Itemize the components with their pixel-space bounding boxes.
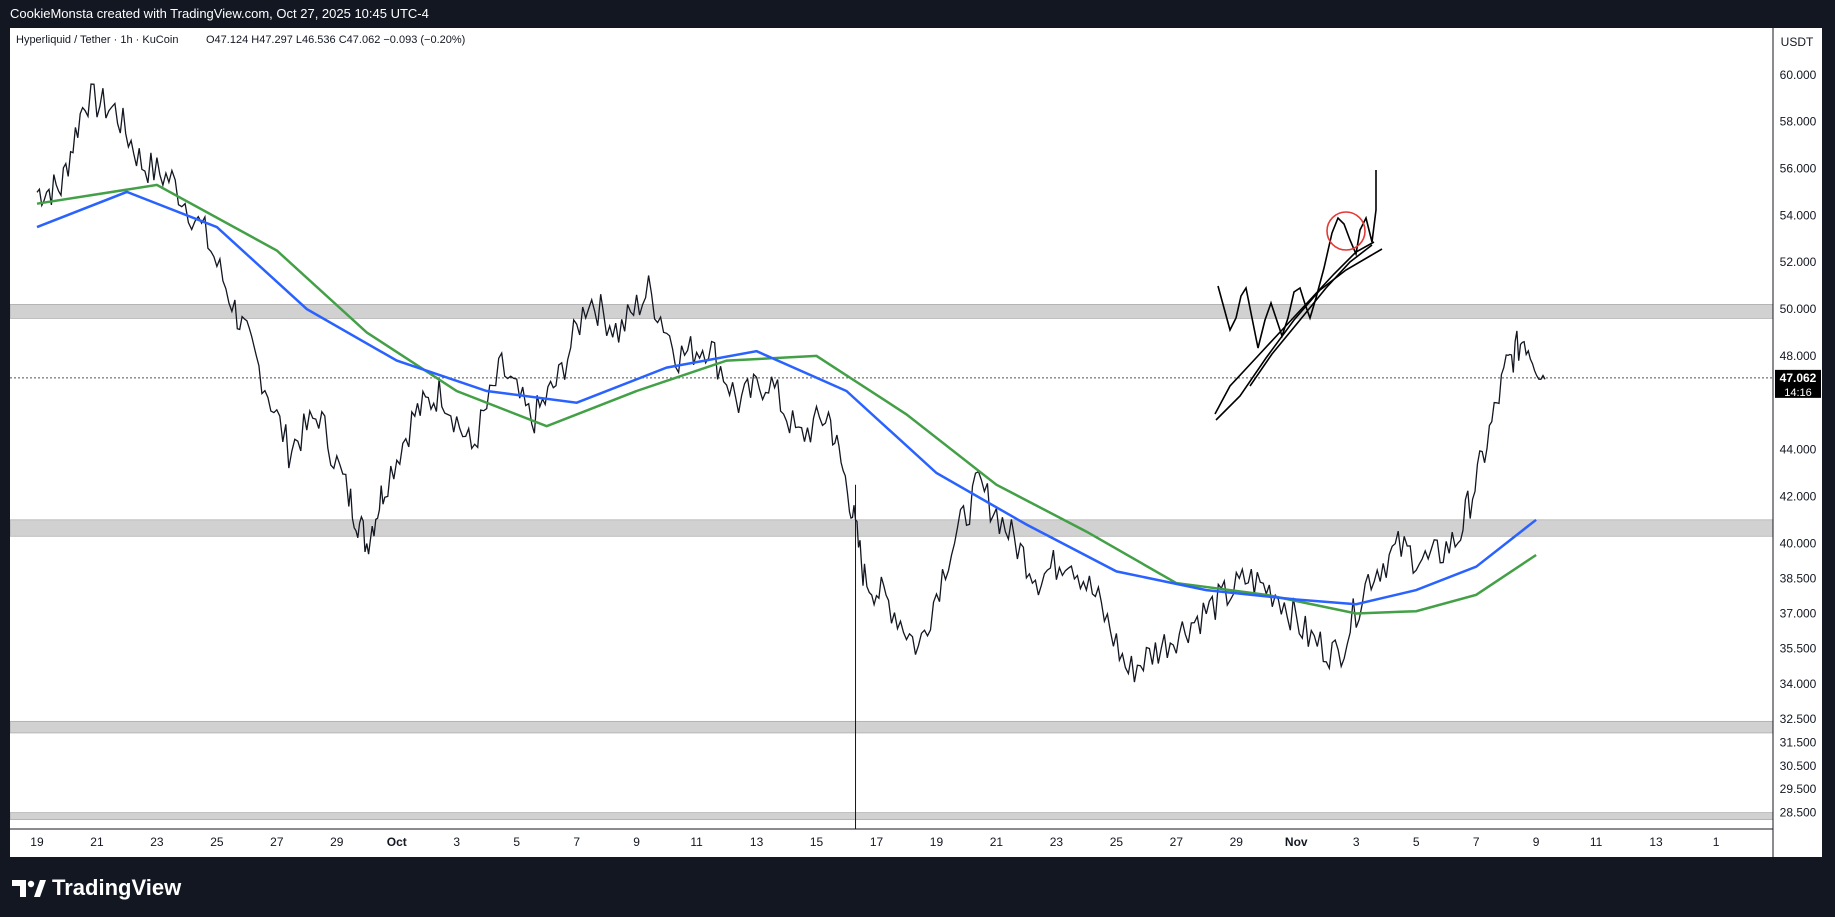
sr-zone-3: [10, 720, 1774, 734]
time-tick: 11: [690, 835, 703, 849]
price-tick: 28.500: [1780, 806, 1817, 820]
time-tick: 7: [573, 835, 580, 849]
sr-zone-1: [10, 304, 1774, 319]
legend-symbol: Hyperliquid / Tether · 1h · KuCoin: [16, 34, 178, 46]
footer-bar: TradingView: [0, 857, 1835, 917]
time-tick: 25: [1110, 835, 1124, 849]
time-tick: 13: [750, 835, 764, 849]
time-tick: 27: [270, 835, 284, 849]
time-tick: 7: [1473, 835, 1480, 849]
chart-panel[interactable]: Hyperliquid / Tether · 1h · KuCoin O47.1…: [10, 28, 1822, 857]
price-tick: 48.000: [1780, 349, 1817, 363]
time-tick: 27: [1170, 835, 1184, 849]
price-tick: 56.000: [1780, 162, 1817, 176]
time-tick: 23: [1050, 835, 1064, 849]
currency-label: USDT: [1781, 35, 1814, 49]
price-tick: 29.500: [1780, 782, 1817, 796]
time-tick: 1: [1713, 835, 1720, 849]
price-tick: 35.500: [1780, 642, 1817, 656]
attribution-bar: CookieMonsta created with TradingView.co…: [0, 0, 1835, 28]
time-tick: 3: [1353, 835, 1360, 849]
time-tick: 19: [30, 835, 44, 849]
price-tick: 37.000: [1780, 607, 1817, 621]
price-tick: 44.000: [1780, 443, 1817, 457]
time-tick: 25: [210, 835, 224, 849]
price-tick: 32.500: [1780, 712, 1817, 726]
time-tick: 9: [633, 835, 640, 849]
price-tick: 58.000: [1780, 115, 1817, 129]
tradingview-logo[interactable]: TradingView: [12, 875, 181, 901]
price-tick: 40.000: [1780, 536, 1817, 550]
time-tick: Oct: [387, 835, 407, 849]
price-tick: 30.500: [1780, 759, 1817, 773]
time-tick: 3: [453, 835, 460, 849]
price-tick: 38.500: [1780, 571, 1817, 585]
time-tick: 13: [1649, 835, 1663, 849]
price-tick: 50.000: [1780, 302, 1817, 316]
time-tick: 11: [1590, 835, 1603, 849]
price-tick: 54.000: [1780, 208, 1817, 222]
sr-zone-2: [10, 519, 1774, 537]
time-tick: 19: [930, 835, 944, 849]
time-tick: 17: [870, 835, 884, 849]
time-tick: Nov: [1285, 835, 1308, 849]
time-tick: 21: [90, 835, 104, 849]
brand-name: TradingView: [52, 875, 182, 900]
time-tick: 21: [990, 835, 1004, 849]
time-tick: 23: [150, 835, 164, 849]
price-tick: 34.000: [1780, 677, 1817, 691]
price-tick: 42.000: [1780, 489, 1817, 503]
sr-zone-4: [10, 812, 1774, 820]
time-tick: 9: [1533, 835, 1540, 849]
price-tick: 31.500: [1780, 735, 1817, 749]
time-tick: 15: [810, 835, 824, 849]
time-tick: 29: [330, 835, 344, 849]
price-chart[interactable]: Hyperliquid / Tether · 1h · KuCoin O47.1…: [10, 28, 1822, 857]
bar-countdown: 14:16: [1784, 387, 1812, 399]
attribution-text: CookieMonsta created with TradingView.co…: [10, 6, 429, 21]
tradingview-logo-icon: [12, 880, 46, 897]
time-tick: 5: [513, 835, 520, 849]
current-price-value: 47.062: [1780, 371, 1817, 385]
time-tick: 29: [1230, 835, 1244, 849]
price-tick: 52.000: [1780, 255, 1817, 269]
price-tick: 60.000: [1780, 68, 1817, 82]
legend-ohlc: O47.124 H47.297 L46.536 C47.062 −0.093 (…: [206, 34, 465, 46]
time-tick: 5: [1413, 835, 1420, 849]
